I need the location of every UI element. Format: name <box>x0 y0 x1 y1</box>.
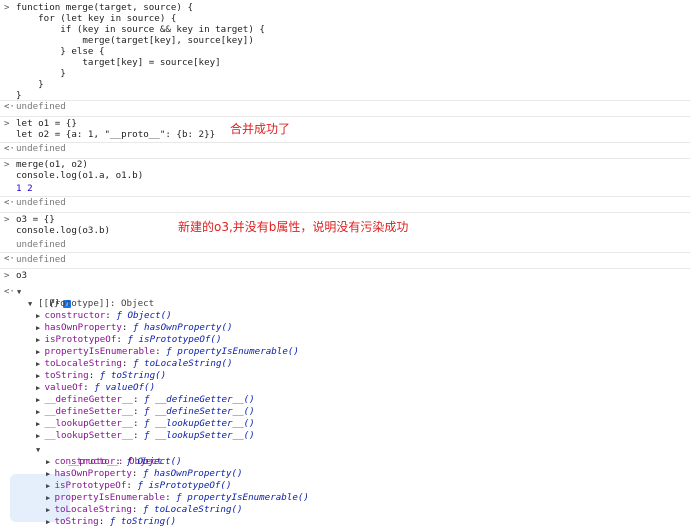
member-row[interactable]: ▶ propertyIsEnumerable: ƒ propertyIsEnum… <box>36 346 299 358</box>
member-row[interactable]: ▶ isPrototypeOf: ƒ isPrototypeOf() <box>36 334 221 346</box>
console-result: <· undefined <box>0 142 690 159</box>
input-prompt-icon: > <box>4 119 10 129</box>
result-value: undefined <box>16 197 66 208</box>
annotation-pollution-failed: 新建的o3,并没有b属性，说明没有污染成功 <box>178 220 409 234</box>
watermark-logo <box>10 474 70 522</box>
result-value: undefined <box>16 254 66 265</box>
object-tree: <· ▼ {} i ▼ [[Prototype]]: Object ▶ const… <box>0 284 690 527</box>
console-entry-merge-call: > merge(o1, o2) console.log(o1.a, o1.b) <box>0 158 690 182</box>
result-arrow-icon: <· <box>4 198 15 208</box>
code-line[interactable]: console.log(o1.a, o1.b) <box>16 170 143 182</box>
member-row[interactable]: ▶ __lookupSetter__: ƒ __lookupSetter__() <box>36 430 255 442</box>
input-prompt-icon: > <box>4 3 10 13</box>
console-log-output: undefined <box>0 238 690 253</box>
result-arrow-icon: <· <box>4 144 15 154</box>
input-prompt-icon: > <box>4 271 10 281</box>
annotation-merge-success: 合并成功了 <box>230 122 291 136</box>
member-row[interactable]: ▶ hasOwnProperty: ƒ hasOwnProperty() <box>46 468 243 480</box>
log-value: undefined <box>16 239 66 250</box>
member-row[interactable]: ▶ __defineSetter__: ƒ __defineSetter__() <box>36 406 255 418</box>
member-row[interactable]: ▶ valueOf: ƒ valueOf() <box>36 382 155 394</box>
console-result: <· undefined <box>0 100 690 117</box>
result-value: undefined <box>16 143 66 154</box>
console-entry-objects: > let o1 = {} let o2 = {a: 1, "__proto__… <box>0 116 690 143</box>
expand-toggle-icon[interactable]: ▼ <box>36 446 40 454</box>
expand-toggle-icon[interactable]: ▼ <box>17 288 21 296</box>
member-row[interactable]: ▶ hasOwnProperty: ƒ hasOwnProperty() <box>36 322 233 334</box>
result-arrow-icon: <· <box>4 254 15 264</box>
console-entry-o3-inspect: > o3 <box>0 268 690 284</box>
console-log-output: 1 2 <box>0 182 690 197</box>
console-result: <· undefined <box>0 252 690 269</box>
member-row[interactable]: ▶ constructor: ƒ Object() <box>36 310 172 322</box>
member-row[interactable]: ▶ propertyIsEnumerable: ƒ propertyIsEnum… <box>46 492 309 504</box>
input-prompt-icon: > <box>4 160 10 170</box>
code-line[interactable]: o3 <box>16 270 27 282</box>
prototype-node[interactable]: [[Prototype]]: Object <box>38 298 154 310</box>
input-prompt-icon: > <box>4 215 10 225</box>
console-result: <· undefined <box>0 196 690 213</box>
code-line[interactable]: let o2 = {a: 1, "__proto__": {b: 2}} <box>16 129 215 141</box>
result-arrow-icon: <· <box>4 287 15 297</box>
console-entry-o3: > o3 = {} console.log(o3.b) 新建的o3,并没有b属性… <box>0 212 690 238</box>
console-entry-merge: > function merge(target, source) { for (… <box>0 0 690 101</box>
log-value: 1 2 <box>16 183 33 194</box>
member-row[interactable]: ▶ toString: ƒ toString() <box>36 370 166 382</box>
member-row[interactable]: ▶ __lookupGetter__: ƒ __lookupGetter__() <box>36 418 255 430</box>
result-value: undefined <box>16 101 66 112</box>
code-line[interactable]: console.log(o3.b) <box>16 225 110 237</box>
result-arrow-icon: <· <box>4 102 15 112</box>
expand-toggle-icon[interactable]: ▼ <box>28 300 32 308</box>
member-row[interactable]: ▶ toLocaleString: ƒ toLocaleString() <box>46 504 243 516</box>
member-row[interactable]: ▶ toLocaleString: ƒ toLocaleString() <box>36 358 233 370</box>
member-row[interactable]: ▶ constructor: ƒ Object() <box>46 456 182 468</box>
member-row[interactable]: ▶ __defineGetter__: ƒ __defineGetter__() <box>36 394 255 406</box>
member-row[interactable]: ▶ isPrototypeOf: ƒ isPrototypeOf() <box>46 480 231 492</box>
